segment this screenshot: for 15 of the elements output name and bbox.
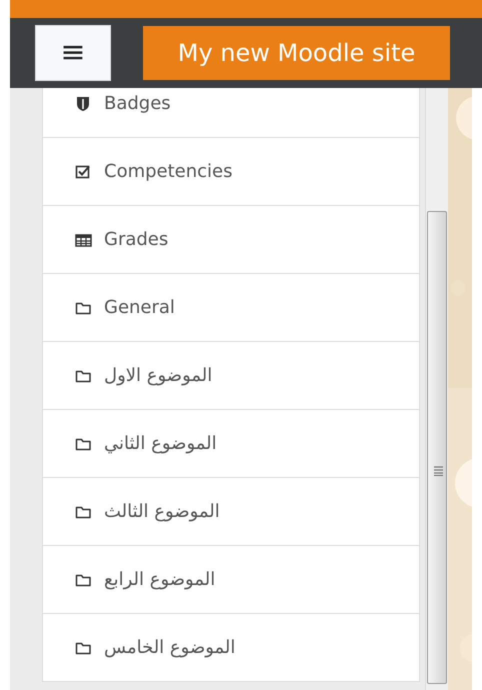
- nav-item[interactable]: Grades: [43, 206, 419, 274]
- nav-item[interactable]: Badges: [43, 88, 419, 138]
- checkbox-icon: [75, 164, 92, 180]
- menu-button[interactable]: ≡: [35, 25, 111, 81]
- shield-icon: [75, 96, 92, 112]
- nav-item[interactable]: الموضوع الرابع: [43, 546, 419, 614]
- nav-item[interactable]: General: [43, 274, 419, 342]
- nav-item[interactable]: الموضوع الثاني: [43, 410, 419, 478]
- nav-item[interactable]: الموضوع الخامس: [43, 614, 419, 682]
- table-icon: [75, 232, 92, 248]
- nav-item[interactable]: Competencies: [43, 138, 419, 206]
- grip-icon: [434, 466, 443, 476]
- scrollbar-thumb[interactable]: [427, 211, 447, 684]
- nav-item[interactable]: الموضوع الاول: [43, 342, 419, 410]
- nav-item[interactable]: الموضوع الثالث: [43, 478, 419, 546]
